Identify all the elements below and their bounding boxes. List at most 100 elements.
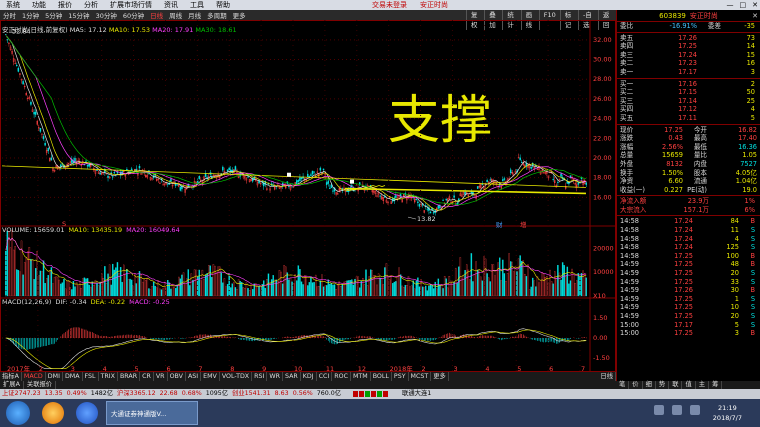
asks-row-2[interactable]: 卖三 17.24 15 bbox=[617, 51, 760, 60]
clock-time: 21:19 bbox=[718, 404, 737, 412]
indicator-tab-3[interactable]: DMA bbox=[63, 372, 83, 381]
indicator-tab-10[interactable]: ASI bbox=[186, 372, 202, 381]
bids-row-3[interactable]: 买四 17.12 4 bbox=[617, 105, 760, 114]
bids-row-0[interactable]: 买一 17.16 2 bbox=[617, 80, 760, 89]
candle bbox=[74, 157, 76, 162]
indicator-tab-11[interactable]: EMV bbox=[201, 372, 220, 381]
indicator-tab-1[interactable]: MACD bbox=[22, 372, 46, 381]
period-tab-5[interactable]: 60分钟 bbox=[120, 12, 147, 20]
menu-item-4[interactable]: 扩展市场行情 bbox=[104, 0, 158, 10]
panel-close-icon[interactable]: ✕ bbox=[752, 12, 758, 20]
indicator-tab-2[interactable]: DMI bbox=[46, 372, 63, 381]
flag-icon[interactable] bbox=[690, 405, 700, 415]
indicator-tab-13[interactable]: RSI bbox=[252, 372, 268, 381]
period-tab-1[interactable]: 1分钟 bbox=[19, 12, 42, 20]
period-tab-0[interactable]: 分时 bbox=[0, 12, 19, 20]
indicator-tab-0[interactable]: 指标A bbox=[0, 372, 22, 381]
indicator-tab-21[interactable]: PSY bbox=[392, 372, 409, 381]
period-tab-9[interactable]: 多周期 bbox=[204, 12, 230, 20]
tick-time: 14:59 bbox=[620, 294, 640, 303]
dif-line bbox=[5, 328, 587, 369]
indicator-tab-18[interactable]: ROC bbox=[332, 372, 351, 381]
menu-item-3[interactable]: 分析 bbox=[78, 0, 104, 10]
bids-vol: 25 bbox=[746, 96, 755, 105]
tick-row: 15:00 17.25 3 B bbox=[617, 329, 760, 338]
app-icon-k[interactable] bbox=[76, 402, 98, 424]
asks-row-4[interactable]: 卖一 17.17 3 bbox=[617, 68, 760, 77]
period-tab-7[interactable]: 周线 bbox=[166, 12, 185, 20]
period-tab-8[interactable]: 月线 bbox=[185, 12, 204, 20]
indicator-tab-16[interactable]: KDJ bbox=[301, 372, 317, 381]
panel-tab-0[interactable]: 笔 bbox=[616, 381, 630, 389]
kline-chart[interactable]: 32.0030.0028.0026.0024.0022.0020.0018.00… bbox=[0, 20, 616, 372]
period-tab-3[interactable]: 15分钟 bbox=[65, 12, 92, 20]
menu-item-2[interactable]: 报价 bbox=[52, 0, 78, 10]
indicator-tab-17[interactable]: CCI bbox=[317, 372, 333, 381]
panel-tab-2[interactable]: 细 bbox=[643, 381, 656, 389]
indicator-tab-9[interactable]: OBV bbox=[168, 372, 186, 381]
candle bbox=[86, 164, 89, 167]
period-tab-6[interactable]: 日线 bbox=[147, 12, 166, 20]
indicator-tab-12[interactable]: VOL-TDX bbox=[220, 372, 253, 381]
indicator-tab-7[interactable]: CR bbox=[140, 372, 154, 381]
indicator-tab-4[interactable]: FSL bbox=[83, 372, 99, 381]
indicator-tab-23[interactable]: 更多 bbox=[431, 372, 449, 381]
volume-bar bbox=[340, 286, 342, 297]
tick-price: 17.25 bbox=[674, 303, 693, 312]
indicator-tab-8[interactable]: VR bbox=[154, 372, 168, 381]
indicator-tab-22[interactable]: MCST bbox=[409, 372, 432, 381]
indicator-tab-19[interactable]: MTM bbox=[351, 372, 371, 381]
period-tab-4[interactable]: 30分钟 bbox=[93, 12, 120, 20]
asks-row-0[interactable]: 卖五 17.26 73 bbox=[617, 34, 760, 43]
menu-item-1[interactable]: 功能 bbox=[26, 0, 52, 10]
tick-price: 17.25 bbox=[674, 329, 693, 338]
indicator-tab-20[interactable]: BOLL bbox=[371, 372, 392, 381]
date-tick-label: 8 bbox=[230, 365, 234, 372]
minimize-icon[interactable]: — bbox=[727, 0, 734, 10]
tick-list[interactable]: 14:58 17.24 84 B 14:58 17.24 11 S 14:58 17.24 4 S 14… bbox=[617, 217, 760, 337]
tick-side: S bbox=[750, 226, 755, 235]
asks-price: 17.25 bbox=[678, 42, 697, 51]
panel-tab-4[interactable]: 联 bbox=[669, 381, 683, 389]
period-right-label[interactable]: 日线 bbox=[598, 372, 616, 381]
period-tab-10[interactable]: 更多 bbox=[230, 12, 249, 20]
menu-item-7[interactable]: 帮助 bbox=[210, 0, 236, 10]
bids-row-2[interactable]: 买三 17.14 25 bbox=[617, 97, 760, 106]
volume-bar bbox=[451, 282, 454, 297]
volume-bar bbox=[429, 284, 432, 297]
sub-tab-0[interactable]: 扩展A bbox=[0, 381, 24, 389]
menu-item-0[interactable]: 系统 bbox=[0, 0, 26, 10]
menu-item-6[interactable]: 工具 bbox=[184, 0, 210, 10]
network-icon[interactable] bbox=[654, 405, 664, 415]
asks-row-1[interactable]: 卖四 17.25 14 bbox=[617, 42, 760, 51]
maximize-icon[interactable]: □ bbox=[740, 0, 747, 10]
volume-bar bbox=[319, 280, 322, 297]
volume-bar bbox=[382, 284, 385, 297]
panel-tab-5[interactable]: 值 bbox=[682, 381, 696, 389]
period-tab-2[interactable]: 5分钟 bbox=[42, 12, 65, 20]
start-icon[interactable] bbox=[6, 401, 30, 425]
menu-item-5[interactable]: 资讯 bbox=[158, 0, 184, 10]
taskbar-app[interactable]: 大通证券神通版V... bbox=[106, 401, 198, 425]
panel-tab-3[interactable]: 势 bbox=[656, 381, 670, 389]
panel-tab-7[interactable]: 筹 bbox=[709, 381, 723, 389]
app-icon-1[interactable] bbox=[42, 402, 64, 424]
indicator-tab-5[interactable]: TRIX bbox=[99, 372, 118, 381]
indicator-tab-6[interactable]: BRAR bbox=[118, 372, 141, 381]
asks-price: 17.17 bbox=[678, 67, 697, 76]
low-pointer bbox=[407, 216, 417, 220]
panel-tab-6[interactable]: 主 bbox=[696, 381, 710, 389]
sub-tab-1[interactable]: 关联报价 bbox=[24, 381, 57, 389]
close-icon[interactable]: ✕ bbox=[752, 0, 758, 10]
volume-bar bbox=[524, 273, 526, 297]
panel-tab-1[interactable]: 价 bbox=[629, 381, 643, 389]
bids-row-4[interactable]: 买五 17.11 5 bbox=[617, 114, 760, 123]
volume-bar bbox=[115, 267, 117, 297]
volume-icon[interactable] bbox=[672, 405, 682, 415]
indicator-tab-15[interactable]: SAR bbox=[283, 372, 301, 381]
asks-row-3[interactable]: 卖二 17.23 16 bbox=[617, 59, 760, 68]
volume-bars bbox=[5, 229, 587, 297]
quote-value: 17.25 bbox=[664, 125, 683, 134]
indicator-tab-14[interactable]: WR bbox=[267, 372, 283, 381]
bids-row-1[interactable]: 买二 17.15 50 bbox=[617, 88, 760, 97]
